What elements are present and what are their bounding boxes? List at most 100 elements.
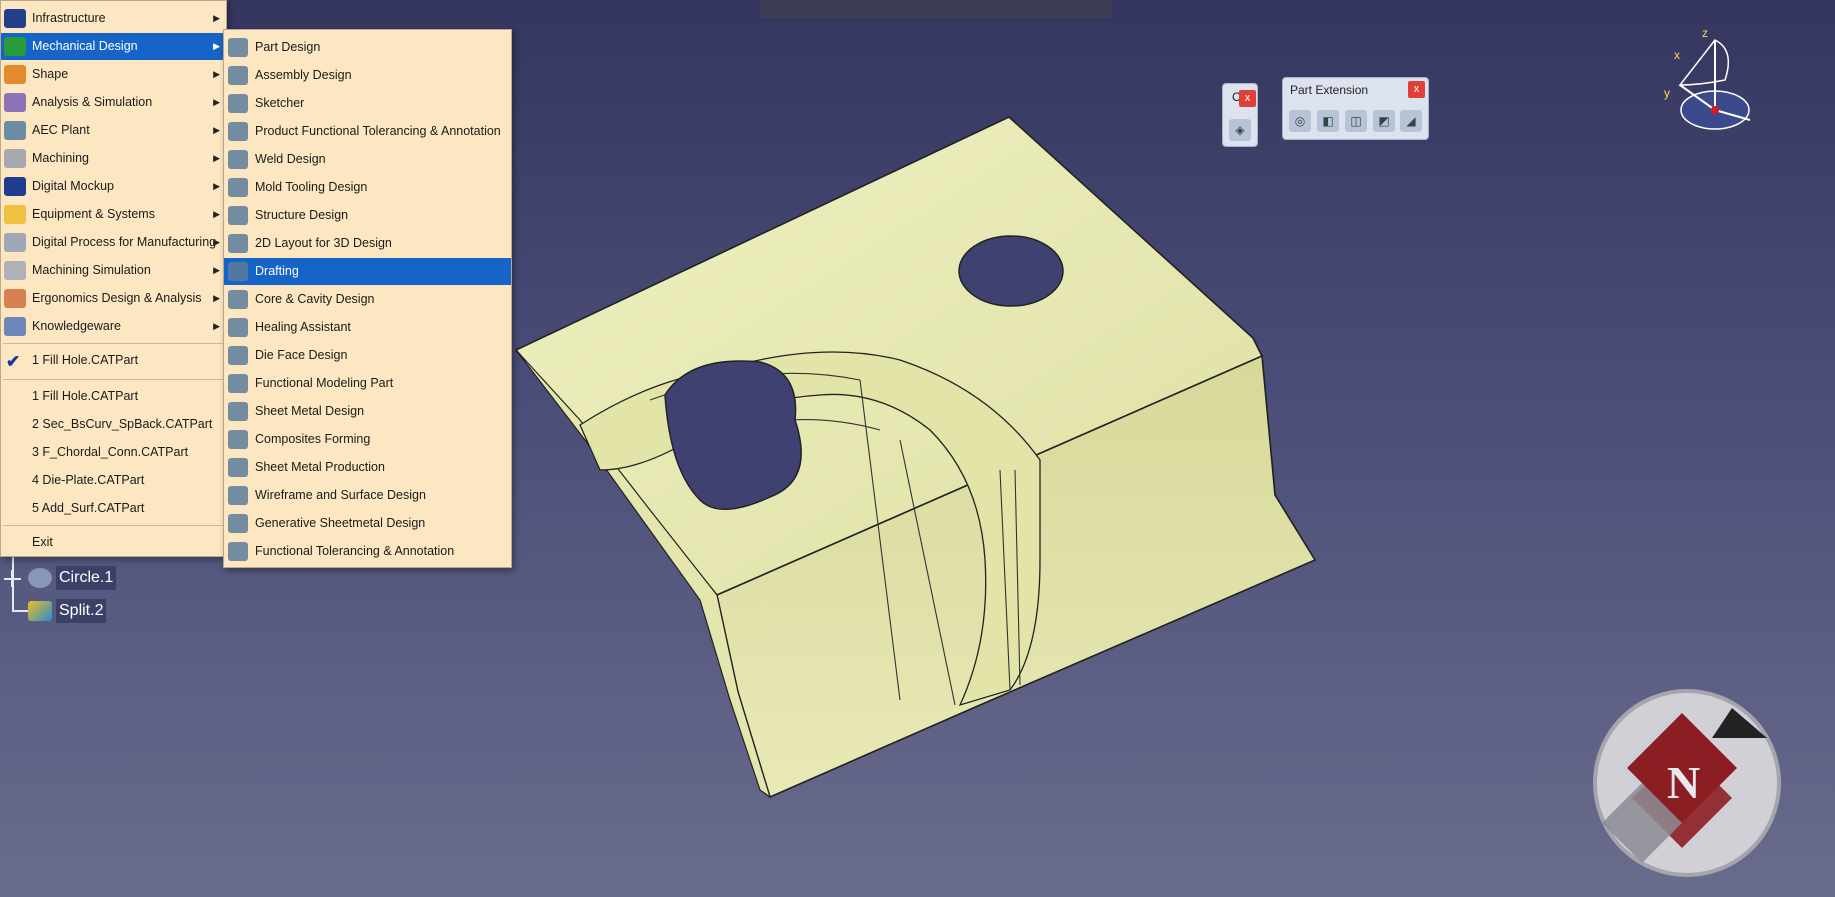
workbench-label: Generative Sheetmetal Design (255, 516, 426, 530)
workbench-die-face-design[interactable]: Die Face Design (224, 342, 511, 369)
workbench-icon (228, 486, 248, 505)
workbench-healing-assistant[interactable]: Healing Assistant (224, 314, 511, 341)
tree-expander-v[interactable] (11, 570, 13, 587)
digital-mockup-icon (4, 177, 26, 196)
workbench-icon (228, 542, 248, 561)
mechanical-design-submenu[interactable]: Part Design Assembly Design Sketcher Produc… (223, 29, 512, 568)
menu-item-label: Digital Process for Manufacturing (32, 235, 217, 249)
submenu-arrow-icon: ▶ (213, 153, 220, 163)
workbench-composites-forming[interactable]: Composites Forming (224, 426, 511, 453)
part-extension-close-icon[interactable]: x (1408, 81, 1425, 98)
menu-item-digital-mockup[interactable]: Digital Mockup ▶ (1, 173, 226, 200)
menu-item-infrastructure[interactable]: Infrastructure ▶ (1, 5, 226, 32)
recent-file-item[interactable]: 5 Add_Surf.CATPart (1, 495, 226, 522)
extension-tool-5-icon[interactable]: ◢ (1400, 110, 1422, 132)
workbench-sheet-metal-design[interactable]: Sheet Metal Design (224, 398, 511, 425)
submenu-arrow-icon: ▶ (213, 209, 220, 219)
recent-file-item[interactable]: 3 F_Chordal_Conn.CATPart (1, 439, 226, 466)
menu-item-label: Knowledgeware (32, 319, 121, 333)
checkmark-icon: ✔ (6, 352, 21, 371)
submenu-arrow-icon: ▶ (213, 321, 220, 331)
workbench-wireframe-and-surface-design[interactable]: Wireframe and Surface Design (224, 482, 511, 509)
workbench-weld-design[interactable]: Weld Design (224, 146, 511, 173)
workbench-sheet-metal-production[interactable]: Sheet Metal Production (224, 454, 511, 481)
menu-item-label: Infrastructure (32, 11, 106, 25)
workbench-label: Weld Design (255, 152, 326, 166)
menu-item-label: Ergonomics Design & Analysis (32, 291, 202, 305)
menu-item-knowledgeware[interactable]: Knowledgeware ▶ (1, 313, 226, 340)
split-icon (28, 601, 52, 621)
sheet-metal-icon[interactable]: ◈ (1229, 119, 1251, 141)
aec-plant-icon (4, 121, 26, 140)
workbench-icon (228, 150, 248, 169)
workbench-functional-tolerancing-annotation[interactable]: Functional Tolerancing & Annotation (224, 538, 511, 565)
extension-tool-1-icon[interactable]: ◎ (1289, 110, 1311, 132)
workbench-icon (228, 38, 248, 57)
tree-item-label: Circle.1 (56, 566, 117, 590)
start-menu[interactable]: Infrastructure ▶ Mechanical Design ▶ Shape ▶ A… (0, 0, 227, 557)
workbench-label: Core & Cavity Design (255, 292, 375, 306)
workbench-2d-layout-for-3d-design[interactable]: 2D Layout for 3D Design (224, 230, 511, 257)
recent-file-label: 1 Fill Hole.CATPart (32, 389, 139, 403)
exit-menu-item[interactable]: Exit (1, 529, 226, 556)
knowledgeware-icon (4, 317, 26, 336)
workbench-product-functional-tolerancing-annotation[interactable]: Product Functional Tolerancing & Annotat… (224, 118, 511, 145)
workbench-label: Structure Design (255, 208, 349, 222)
active-document-item[interactable]: ✔ 1 Fill Hole.CATPart (1, 347, 226, 374)
menu-item-ergonomics-design-analysis[interactable]: Ergonomics Design & Analysis ▶ (1, 285, 226, 312)
menu-item-analysis-simulation[interactable]: Analysis & Simulation ▶ (1, 89, 226, 116)
menu-item-label: AEC Plant (32, 123, 90, 137)
workbench-sketcher[interactable]: Sketcher (224, 90, 511, 117)
workbench-drafting[interactable]: Drafting (224, 258, 511, 285)
part-extension-title: Part Extension (1290, 83, 1369, 97)
workbench-icon (228, 66, 248, 85)
workbench-icon (228, 122, 248, 141)
machining-simulation-icon (4, 261, 26, 280)
menu-item-shape[interactable]: Shape ▶ (1, 61, 226, 88)
workbench-mold-tooling-design[interactable]: Mold Tooling Design (224, 174, 511, 201)
recent-file-item[interactable]: 4 Die-Plate.CATPart (1, 467, 226, 494)
infrastructure-icon (4, 9, 26, 28)
recent-file-label: 4 Die-Plate.CATPart (32, 473, 145, 487)
submenu-arrow-icon: ▶ (213, 97, 220, 107)
workbench-core-cavity-design[interactable]: Core & Cavity Design (224, 286, 511, 313)
workbench-label: Functional Modeling Part (255, 376, 394, 390)
workbench-icon (228, 374, 248, 393)
menu-separator (3, 379, 223, 380)
workbench-icon (228, 458, 248, 477)
extension-tool-2-icon[interactable]: ◧ (1317, 110, 1339, 132)
workbench-label: Sheet Metal Design (255, 404, 365, 418)
small-toolbar-close-icon[interactable]: x (1239, 90, 1256, 107)
submenu-arrow-icon: ▶ (213, 237, 220, 247)
workbench-label: Part Design (255, 40, 321, 54)
recent-file-item[interactable]: 1 Fill Hole.CATPart (1, 383, 226, 410)
brand-logo: N (1593, 689, 1781, 877)
menu-item-machining[interactable]: Machining ▶ (1, 145, 226, 172)
workbench-part-design[interactable]: Part Design (224, 34, 511, 61)
workbench-icon (228, 514, 248, 533)
workbench-label: Functional Tolerancing & Annotation (255, 544, 455, 558)
menu-item-machining-simulation[interactable]: Machining Simulation ▶ (1, 257, 226, 284)
workbench-assembly-design[interactable]: Assembly Design (224, 62, 511, 89)
menu-item-digital-process-for-manufacturing[interactable]: Digital Process for Manufacturing ▶ (1, 229, 226, 256)
tree-item-label: Split.2 (56, 599, 107, 623)
compass-x-label: x (1674, 48, 1680, 62)
submenu-arrow-icon: ▶ (213, 293, 220, 303)
extension-tool-3-icon[interactable]: ◫ (1345, 110, 1367, 132)
workbench-functional-modeling-part[interactable]: Functional Modeling Part (224, 370, 511, 397)
workbench-structure-design[interactable]: Structure Design (224, 202, 511, 229)
workbench-generative-sheetmetal-design[interactable]: Generative Sheetmetal Design (224, 510, 511, 537)
menu-item-mechanical-design[interactable]: Mechanical Design ▶ (1, 33, 226, 60)
workbench-label: Sheet Metal Production (255, 460, 385, 474)
recent-file-item[interactable]: 2 Sec_BsCurv_SpBack.CATPart (1, 411, 226, 438)
part-extension-toolbar[interactable]: Part Extension x ◎ ◧ ◫ ◩ ◢ (1282, 77, 1429, 140)
small-toolbar[interactable]: C x ◈ (1222, 83, 1258, 147)
extension-tool-4-icon[interactable]: ◩ (1373, 110, 1395, 132)
compass-widget[interactable]: x y z (1660, 25, 1770, 135)
logo-letter: N (1667, 757, 1700, 808)
menu-item-equipment-systems[interactable]: Equipment & Systems ▶ (1, 201, 226, 228)
menu-item-label: Machining Simulation (32, 263, 151, 277)
menu-item-label: Equipment & Systems (32, 207, 155, 221)
menu-item-aec-plant[interactable]: AEC Plant ▶ (1, 117, 226, 144)
menu-separator (3, 343, 223, 344)
